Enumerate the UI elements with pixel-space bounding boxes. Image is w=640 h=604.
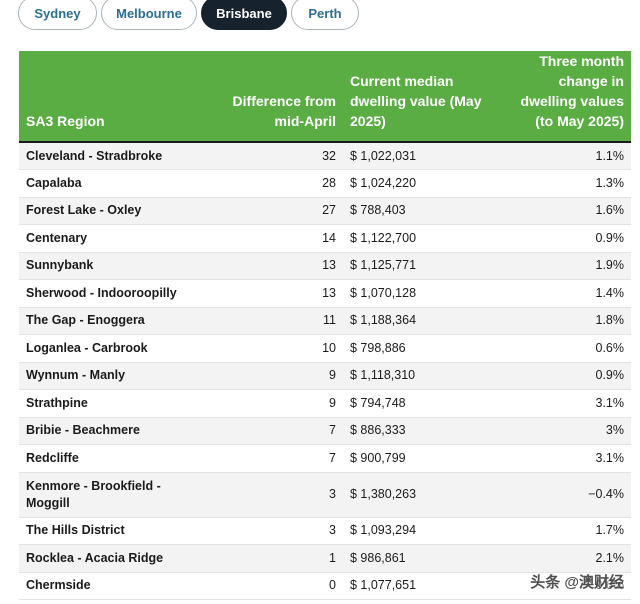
table-row: Centenary 14 $ 1,122,700 0.9% (19, 224, 631, 253)
table-row: Cleveland - Stradbroke 32 $ 1,022,031 1.1% (19, 142, 631, 170)
table-row: Kenmore - Brookfield - Moggill 3 $ 1,380,2… (19, 472, 631, 518)
table-row: Strathpine 9 $ 794,748 3.1% (19, 389, 631, 418)
table-header-row: SA3 Region Difference from mid-April Cur… (19, 51, 631, 142)
region-table: SA3 Region Difference from mid-April Cur… (19, 51, 631, 600)
region-cell: Rocklea - Acacia Ridge (19, 544, 199, 573)
table-row: The Gap - Enoggera 11 $ 1,188,364 1.8% (19, 307, 631, 335)
median-value-cell: $ 1,188,364 (343, 307, 500, 335)
difference-cell: 9 (199, 389, 343, 418)
table-row: The Hills District 3 $ 1,093,294 1.7% (19, 517, 631, 545)
tab-brisbane[interactable]: Brisbane (201, 0, 287, 30)
change-cell: 2.1% (500, 544, 631, 573)
difference-cell: 11 (199, 307, 343, 335)
tab-perth[interactable]: Perth (291, 0, 359, 30)
median-value-cell: $ 1,122,700 (343, 224, 500, 253)
change-cell: −0.4% (500, 472, 631, 518)
table-row: Capalaba 28 $ 1,024,220 1.3% (19, 169, 631, 198)
median-value-cell: $ 1,077,651 (343, 572, 500, 600)
difference-cell: 3 (199, 472, 343, 518)
change-cell: 0.9% (500, 224, 631, 253)
region-cell: Strathpine (19, 389, 199, 418)
region-cell: Sunnybank (19, 252, 199, 280)
table-row: Redcliffe 7 $ 900,799 3.1% (19, 444, 631, 473)
change-cell: 1.6% (500, 197, 631, 225)
change-cell: 3.1% (500, 444, 631, 473)
watermark: 头条 @澳财经 (530, 574, 624, 591)
change-cell: 0.6% (500, 334, 631, 363)
difference-cell: 1 (199, 544, 343, 573)
table-row: Loganlea - Carbrook 10 $ 798,886 0.6% (19, 334, 631, 363)
difference-cell: 10 (199, 334, 343, 363)
median-value-cell: $ 900,799 (343, 444, 500, 473)
header-difference: Difference from mid-April (199, 51, 343, 142)
difference-cell: 27 (199, 197, 343, 225)
difference-cell: 7 (199, 444, 343, 473)
table-row: Forest Lake - Oxley 27 $ 788,403 1.6% (19, 197, 631, 225)
region-cell: Capalaba (19, 169, 199, 198)
region-table-container: SA3 Region Difference from mid-April Cur… (19, 51, 631, 600)
difference-cell: 3 (199, 517, 343, 545)
median-value-cell: $ 1,118,310 (343, 362, 500, 390)
region-cell: Redcliffe (19, 444, 199, 473)
change-cell: 1.8% (500, 307, 631, 335)
change-cell: 3% (500, 417, 631, 445)
change-cell: 1.7% (500, 517, 631, 545)
table-row: Bribie - Beachmere 7 $ 886,333 3% (19, 417, 631, 445)
region-cell: Loganlea - Carbrook (19, 334, 199, 363)
difference-cell: 13 (199, 279, 343, 308)
table-row: Wynnum - Manly 9 $ 1,118,310 0.9% (19, 362, 631, 390)
difference-cell: 13 (199, 252, 343, 280)
median-value-cell: $ 1,380,263 (343, 472, 500, 518)
change-cell: 0.9% (500, 362, 631, 390)
region-cell: Sherwood - Indooroopilly (19, 279, 199, 308)
city-tabs: Sydney Melbourne Brisbane Perth (0, 0, 640, 34)
region-cell: Wynnum - Manly (19, 362, 199, 390)
median-value-cell: $ 886,333 (343, 417, 500, 445)
median-value-cell: $ 1,093,294 (343, 517, 500, 545)
table-row: Sunnybank 13 $ 1,125,771 1.9% (19, 252, 631, 280)
difference-cell: 0 (199, 572, 343, 600)
header-median-value: Current median dwelling value (May 2025) (343, 51, 500, 142)
difference-cell: 7 (199, 417, 343, 445)
median-value-cell: $ 1,024,220 (343, 169, 500, 198)
region-cell: The Hills District (19, 517, 199, 545)
difference-cell: 32 (199, 142, 343, 170)
change-cell: 1.9% (500, 252, 631, 280)
difference-cell: 9 (199, 362, 343, 390)
table-header: SA3 Region Difference from mid-April Cur… (19, 51, 631, 142)
table-body: Cleveland - Stradbroke 32 $ 1,022,031 1.1% C… (19, 142, 631, 600)
tab-sydney[interactable]: Sydney (18, 0, 97, 30)
median-value-cell: $ 788,403 (343, 197, 500, 225)
table-row: Sherwood - Indooroopilly 13 $ 1,070,128 1.4… (19, 279, 631, 308)
header-three-month-change: Three month change in dwelling values (t… (500, 51, 631, 142)
region-cell: Bribie - Beachmere (19, 417, 199, 445)
difference-cell: 28 (199, 169, 343, 198)
region-cell: The Gap - Enoggera (19, 307, 199, 335)
median-value-cell: $ 1,125,771 (343, 252, 500, 280)
change-cell: 1.4% (500, 279, 631, 308)
region-cell: Chermside (19, 572, 199, 600)
tab-melbourne[interactable]: Melbourne (101, 0, 197, 30)
header-sa3-region: SA3 Region (19, 51, 199, 142)
region-cell: Cleveland - Stradbroke (19, 142, 199, 170)
region-cell: Kenmore - Brookfield - Moggill (19, 472, 199, 518)
median-value-cell: $ 794,748 (343, 389, 500, 418)
change-cell: 3.1% (500, 389, 631, 418)
median-value-cell: $ 1,022,031 (343, 142, 500, 170)
table-row: Rocklea - Acacia Ridge 1 $ 986,861 2.1% (19, 544, 631, 573)
region-cell: Forest Lake - Oxley (19, 197, 199, 225)
median-value-cell: $ 986,861 (343, 544, 500, 573)
change-cell: 1.3% (500, 169, 631, 198)
region-cell: Centenary (19, 224, 199, 253)
median-value-cell: $ 798,886 (343, 334, 500, 363)
difference-cell: 14 (199, 224, 343, 253)
median-value-cell: $ 1,070,128 (343, 279, 500, 308)
change-cell: 1.1% (500, 142, 631, 170)
